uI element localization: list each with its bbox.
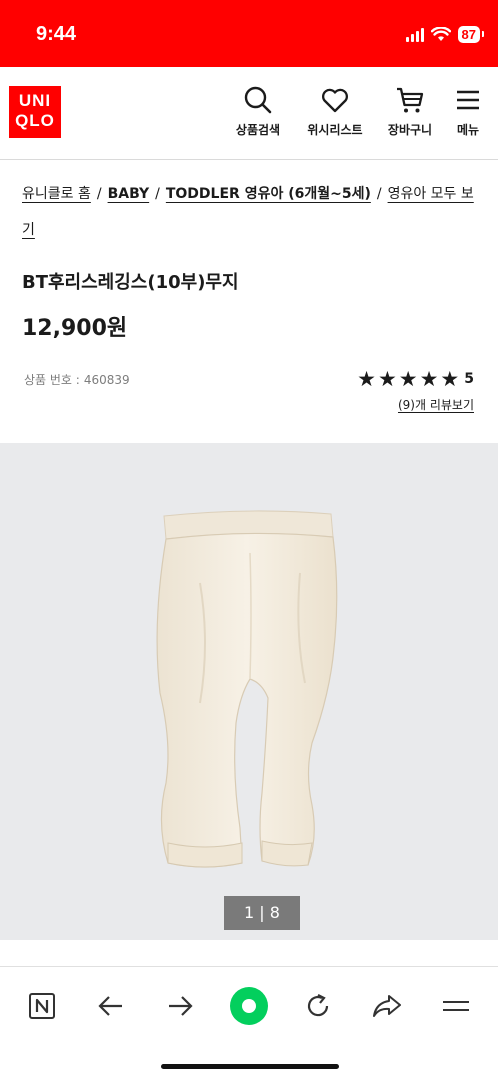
star-icon: ★	[357, 367, 376, 391]
logo-line-2: QLO	[15, 111, 55, 130]
cart-icon	[397, 87, 424, 113]
breadcrumb-home[interactable]: 유니클로 홈	[22, 186, 91, 202]
product-code-label: 상품 번호 :	[24, 373, 80, 387]
nav-search-button[interactable]: 상품검색	[223, 85, 293, 138]
back-button[interactable]	[89, 984, 133, 1028]
share-icon	[373, 995, 401, 1017]
star-icon: ★	[398, 367, 418, 391]
nav-wishlist-button[interactable]: 위시리스트	[300, 85, 370, 138]
home-indicator	[161, 1064, 339, 1069]
browser-menu-button[interactable]	[434, 984, 478, 1028]
breadcrumb-baby[interactable]: BABY	[108, 186, 150, 202]
battery-icon: 87	[457, 26, 485, 43]
product-price: 12,900원	[22, 316, 128, 341]
product-code: 상품 번호 :460839	[24, 371, 130, 388]
product-code-value: 460839	[83, 373, 130, 387]
status-icons: 87	[405, 26, 485, 43]
site-header: UNI QLO 상품검색 위시리스트 장바구니 메뉴	[0, 67, 498, 160]
product-title: BT후리스레깅스(10부)무지	[22, 272, 239, 293]
naver-green-dot-icon	[230, 987, 268, 1025]
heart-icon	[322, 88, 348, 113]
nav-menu-button[interactable]: 메뉴	[433, 85, 498, 138]
rating: ★ ★ ★ ★ ★ 5	[357, 368, 474, 390]
breadcrumb-separator: /	[96, 186, 102, 202]
status-time: 9:44	[36, 23, 77, 45]
wifi-icon	[430, 27, 451, 41]
nav-menu-label: 메뉴	[456, 123, 480, 137]
signal-icon	[405, 27, 424, 42]
breadcrumb-separator: /	[376, 186, 382, 202]
status-bar: 9:44 87	[0, 0, 498, 67]
naver-green-dot-button[interactable]	[227, 984, 271, 1028]
breadcrumb-separator: /	[155, 186, 160, 202]
back-icon	[98, 996, 122, 1016]
uniqlo-logo[interactable]: UNI QLO	[9, 86, 61, 138]
review-link[interactable]: (9)개 리뷰보기	[398, 396, 474, 413]
nav-wishlist-label: 위시리스트	[307, 123, 363, 137]
star-icon: ★	[377, 367, 397, 391]
breadcrumb-toddler[interactable]: TODDLER 영유아 (6개월~5세)	[166, 186, 371, 202]
menu-icon	[443, 1001, 469, 1011]
rating-value: 5	[464, 371, 474, 387]
image-counter: 1 | 8	[224, 896, 300, 930]
reload-icon	[307, 994, 329, 1017]
forward-icon	[169, 996, 193, 1016]
nav-search-label: 상품검색	[235, 123, 281, 137]
menu-icon	[457, 90, 479, 110]
product-image-leggings	[156, 510, 338, 868]
star-icon: ★	[419, 367, 439, 391]
logo-line-1: UNI	[18, 91, 52, 110]
tabs-icon	[29, 993, 55, 1019]
star-icon: ★	[440, 367, 460, 391]
reload-button[interactable]	[296, 984, 340, 1028]
breadcrumb: 유니클로 홈 / BABY / TODDLER 영유아 (6개월~5세) / 영유아 모두 …	[22, 176, 482, 248]
search-icon	[244, 86, 272, 114]
tabs-button[interactable]	[20, 984, 64, 1028]
share-button[interactable]	[365, 984, 409, 1028]
product-image-gallery[interactable]: 1 | 8	[0, 443, 498, 940]
forward-button[interactable]	[158, 984, 202, 1028]
